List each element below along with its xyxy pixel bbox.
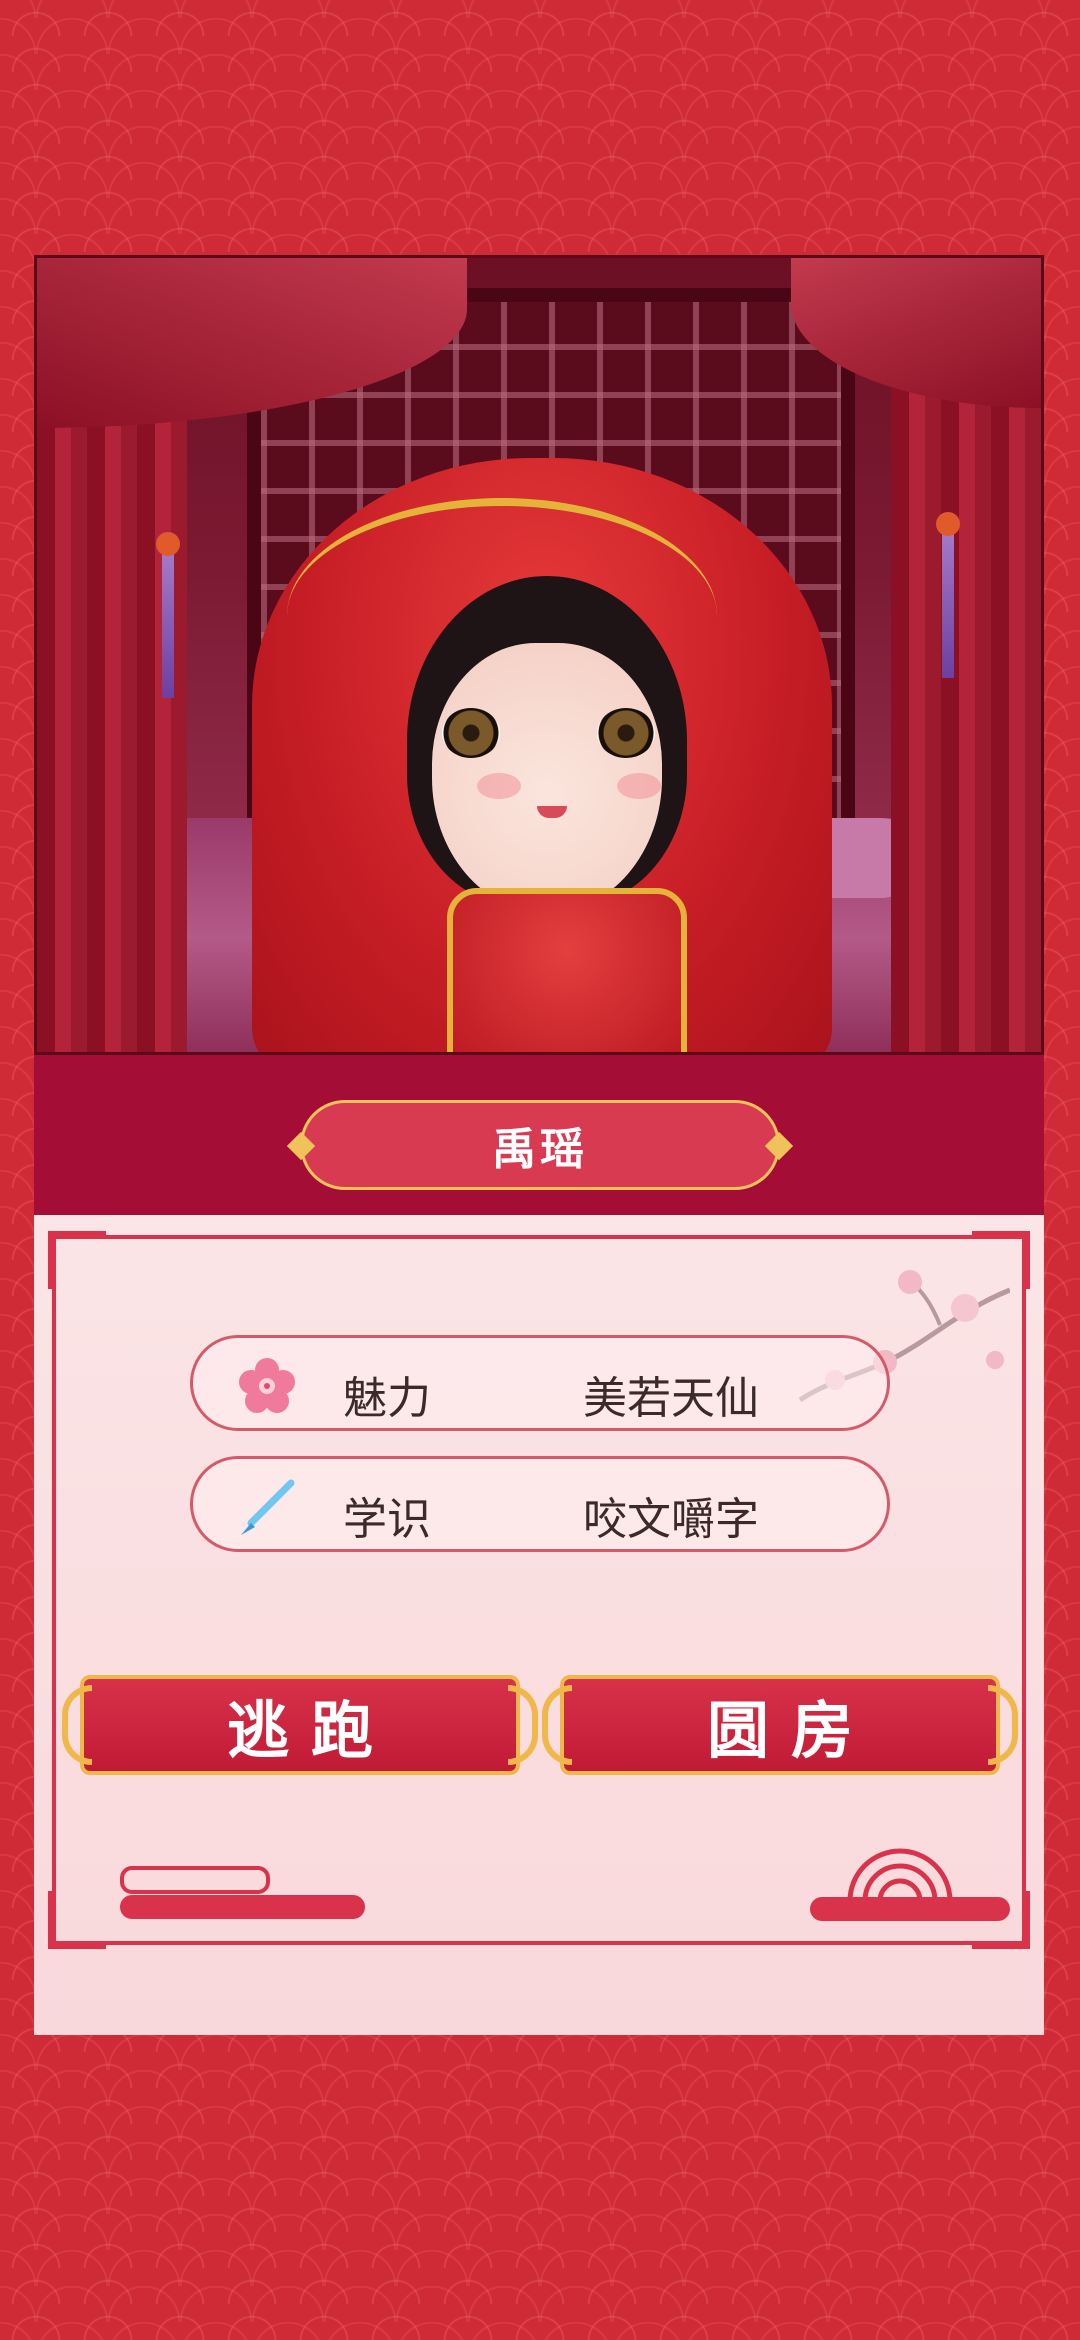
consummate-button-label: 圆房: [706, 1694, 875, 1767]
escape-button-label: 逃跑: [226, 1694, 395, 1767]
corner-ornament-top-left: [48, 1231, 106, 1289]
bridal-chamber-scene: [34, 255, 1044, 1055]
stat-row-charm: 魅力 美若天仙: [190, 1335, 890, 1431]
brush-icon: [241, 1479, 295, 1535]
escape-button[interactable]: 逃跑: [62, 1675, 538, 1775]
stat-value: 美若天仙: [583, 1373, 759, 1424]
stat-label: 魅力: [343, 1373, 431, 1424]
stat-label: 学识: [343, 1494, 431, 1545]
character-name-plate: 禹瑶: [300, 1100, 780, 1190]
left-cheek: [477, 773, 521, 799]
character-name: 禹瑶: [492, 1124, 588, 1175]
stat-value: 咬文嚼字: [583, 1494, 759, 1545]
right-eye: [597, 708, 655, 758]
decorative-bar: [120, 1895, 365, 1919]
decorative-bar: [810, 1897, 1010, 1921]
plum-blossom-icon: [239, 1358, 295, 1413]
wedding-robe: [447, 888, 687, 1052]
stat-row-learning: 学识 咬文嚼字: [190, 1456, 890, 1552]
bride-character: [37, 258, 1041, 1052]
right-cheek: [617, 773, 661, 799]
decorative-line: [120, 1866, 270, 1894]
corner-ornament-bottom-left: [48, 1891, 106, 1949]
consummate-button[interactable]: 圆房: [542, 1675, 1018, 1775]
cloud-arc-ornament: [847, 1848, 953, 1901]
left-eye: [442, 708, 500, 758]
